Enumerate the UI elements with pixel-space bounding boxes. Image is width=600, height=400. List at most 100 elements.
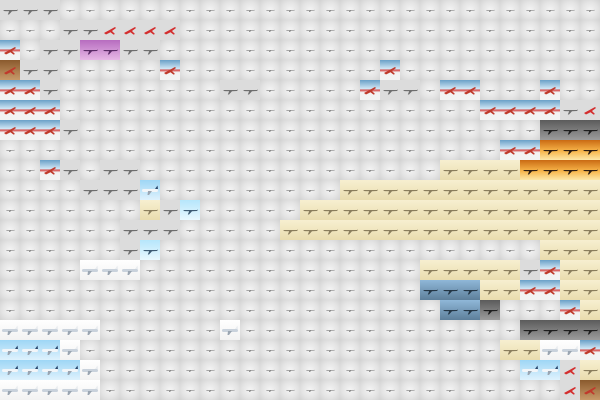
- airplane-icon: [206, 289, 215, 292]
- mosaic-tile-grey-placeholder-tile: [280, 280, 300, 300]
- mosaic-tile-grey-placeholder-tile: [400, 40, 420, 60]
- mosaic-tile-grey-placeholder-tile: [60, 80, 80, 100]
- mosaic-tile-grey-placeholder-tile: [180, 100, 200, 120]
- mosaic-tile-plane-on-beige: [340, 200, 360, 220]
- mosaic-tile-grey-placeholder-tile: [100, 100, 120, 120]
- mosaic-tile-plane-on-beige: [440, 160, 460, 180]
- mosaic-tile-grey-placeholder-tile: [200, 280, 220, 300]
- airplane-icon: [463, 229, 478, 235]
- airplane-icon: [166, 169, 175, 172]
- mosaic-tile-red-propeller-plane-on-white: [160, 60, 180, 80]
- mosaic-tile-grey-placeholder-tile: [240, 240, 260, 260]
- mosaic-tile-grey-placeholder-tile: [60, 240, 80, 260]
- mosaic-tile-plane-on-beige: [400, 200, 420, 220]
- mosaic-tile-grey-placeholder-tile: [320, 120, 340, 140]
- mosaic-tile-grey-placeholder-tile: [400, 160, 420, 180]
- airplane-icon: [526, 89, 535, 92]
- airplane-icon: [246, 369, 255, 372]
- mosaic-tile-grey-placeholder-tile: [40, 240, 60, 260]
- airplane-icon: [306, 69, 315, 72]
- airplane-icon: [126, 89, 135, 92]
- mosaic-tile-grey-placeholder-tile: [60, 140, 80, 160]
- airplane-icon: [523, 349, 538, 355]
- mosaic-tile-grey-placeholder-tile: [320, 300, 340, 320]
- airplane-icon: [564, 387, 576, 395]
- airplane-icon: [503, 189, 518, 195]
- airplane-icon: [326, 189, 335, 192]
- airplane-icon: [66, 189, 75, 192]
- mosaic-tile-grey-placeholder-tile: [100, 120, 120, 140]
- mosaic-tile-grey-placeholder-tile: [220, 100, 240, 120]
- mosaic-tile-grey-placeholder-tile: [160, 120, 180, 140]
- mosaic-tile-dark-military-aircraft: [560, 120, 580, 140]
- airplane-icon: [526, 69, 535, 72]
- airplane-icon: [124, 27, 136, 35]
- mosaic-tile-grey-placeholder-tile: [560, 0, 580, 20]
- mosaic-tile-grey-placeholder-tile: [460, 20, 480, 40]
- airplane-icon: [246, 289, 255, 292]
- mosaic-tile-silver-jet-on-white: [40, 80, 60, 100]
- mosaic-tile-grey-placeholder-tile: [240, 60, 260, 80]
- mosaic-tile-grey-placeholder-tile: [460, 40, 480, 60]
- mosaic-tile-grey-placeholder-tile: [420, 320, 440, 340]
- mosaic-tile-grey-placeholder-tile: [0, 160, 20, 180]
- airplane-icon: [226, 269, 235, 272]
- airplane-icon: [266, 249, 275, 252]
- airplane-icon: [166, 369, 175, 372]
- mosaic-tile-red-propeller-plane-on-white: [480, 100, 500, 120]
- airplane-icon: [82, 325, 98, 335]
- airplane-icon: [286, 209, 295, 212]
- mosaic-tile-grey-placeholder-tile: [340, 340, 360, 360]
- mosaic-tile-airliner-on-white: [540, 340, 560, 360]
- airplane-icon: [186, 89, 195, 92]
- mosaic-tile-grey-placeholder-tile: [280, 80, 300, 100]
- airplane-icon: [46, 249, 55, 252]
- airplane-icon: [326, 49, 335, 52]
- airplane-icon: [86, 289, 95, 292]
- mosaic-tile-grey-placeholder-tile: [380, 20, 400, 40]
- mosaic-tile-grey-placeholder-tile: [520, 60, 540, 80]
- airplane-icon: [483, 309, 498, 315]
- mosaic-tile-silver-jet-on-white: [400, 80, 420, 100]
- airplane-icon: [386, 269, 395, 272]
- airplane-icon: [164, 27, 176, 35]
- mosaic-tile-grey-placeholder-tile: [140, 120, 160, 140]
- airplane-icon: [26, 229, 35, 232]
- mosaic-tile-grey-placeholder-tile: [480, 360, 500, 380]
- airplane-icon: [266, 169, 275, 172]
- mosaic-tile-grey-placeholder-tile: [360, 0, 380, 20]
- mosaic-tile-dark-military-aircraft: [480, 300, 500, 320]
- airplane-icon: [486, 89, 495, 92]
- mosaic-tile-silver-jet-on-white: [160, 200, 180, 220]
- mosaic-tile-grey-placeholder-tile: [440, 60, 460, 80]
- mosaic-tile-airshow-red-white: [140, 20, 160, 40]
- mosaic-tile-grey-placeholder-tile: [240, 220, 260, 240]
- airplane-icon: [62, 385, 78, 395]
- airplane-icon: [246, 69, 255, 72]
- mosaic-tile-grey-placeholder-tile: [380, 140, 400, 160]
- mosaic-tile-grey-placeholder-tile: [320, 0, 340, 20]
- mosaic-tile-silver-jet-on-white: [140, 40, 160, 60]
- airplane-icon: [66, 229, 75, 232]
- mosaic-tile-plane-on-beige: [380, 180, 400, 200]
- airplane-icon: [486, 149, 495, 152]
- mosaic-tile-red-propeller-plane-on-white: [380, 60, 400, 80]
- mosaic-tile-plane-on-beige: [480, 280, 500, 300]
- airplane-icon: [346, 169, 355, 172]
- mosaic-tile-grey-placeholder-tile: [120, 100, 140, 120]
- airplane-icon: [66, 9, 75, 12]
- airplane-icon: [163, 229, 178, 235]
- airplane-icon: [266, 269, 275, 272]
- airplane-icon: [443, 309, 458, 315]
- mosaic-tile-grey-placeholder-tile: [240, 380, 260, 400]
- airplane-icon: [346, 69, 355, 72]
- mosaic-tile-grey-placeholder-tile: [140, 100, 160, 120]
- airplane-icon: [583, 329, 598, 335]
- airplane-icon: [186, 289, 195, 292]
- airplane-icon: [466, 109, 475, 112]
- airplane-icon: [146, 289, 155, 292]
- airplane-icon: [44, 127, 56, 135]
- airplane-icon: [106, 309, 115, 312]
- mosaic-tile-airliner-on-white: [40, 380, 60, 400]
- airplane-icon: [186, 389, 195, 392]
